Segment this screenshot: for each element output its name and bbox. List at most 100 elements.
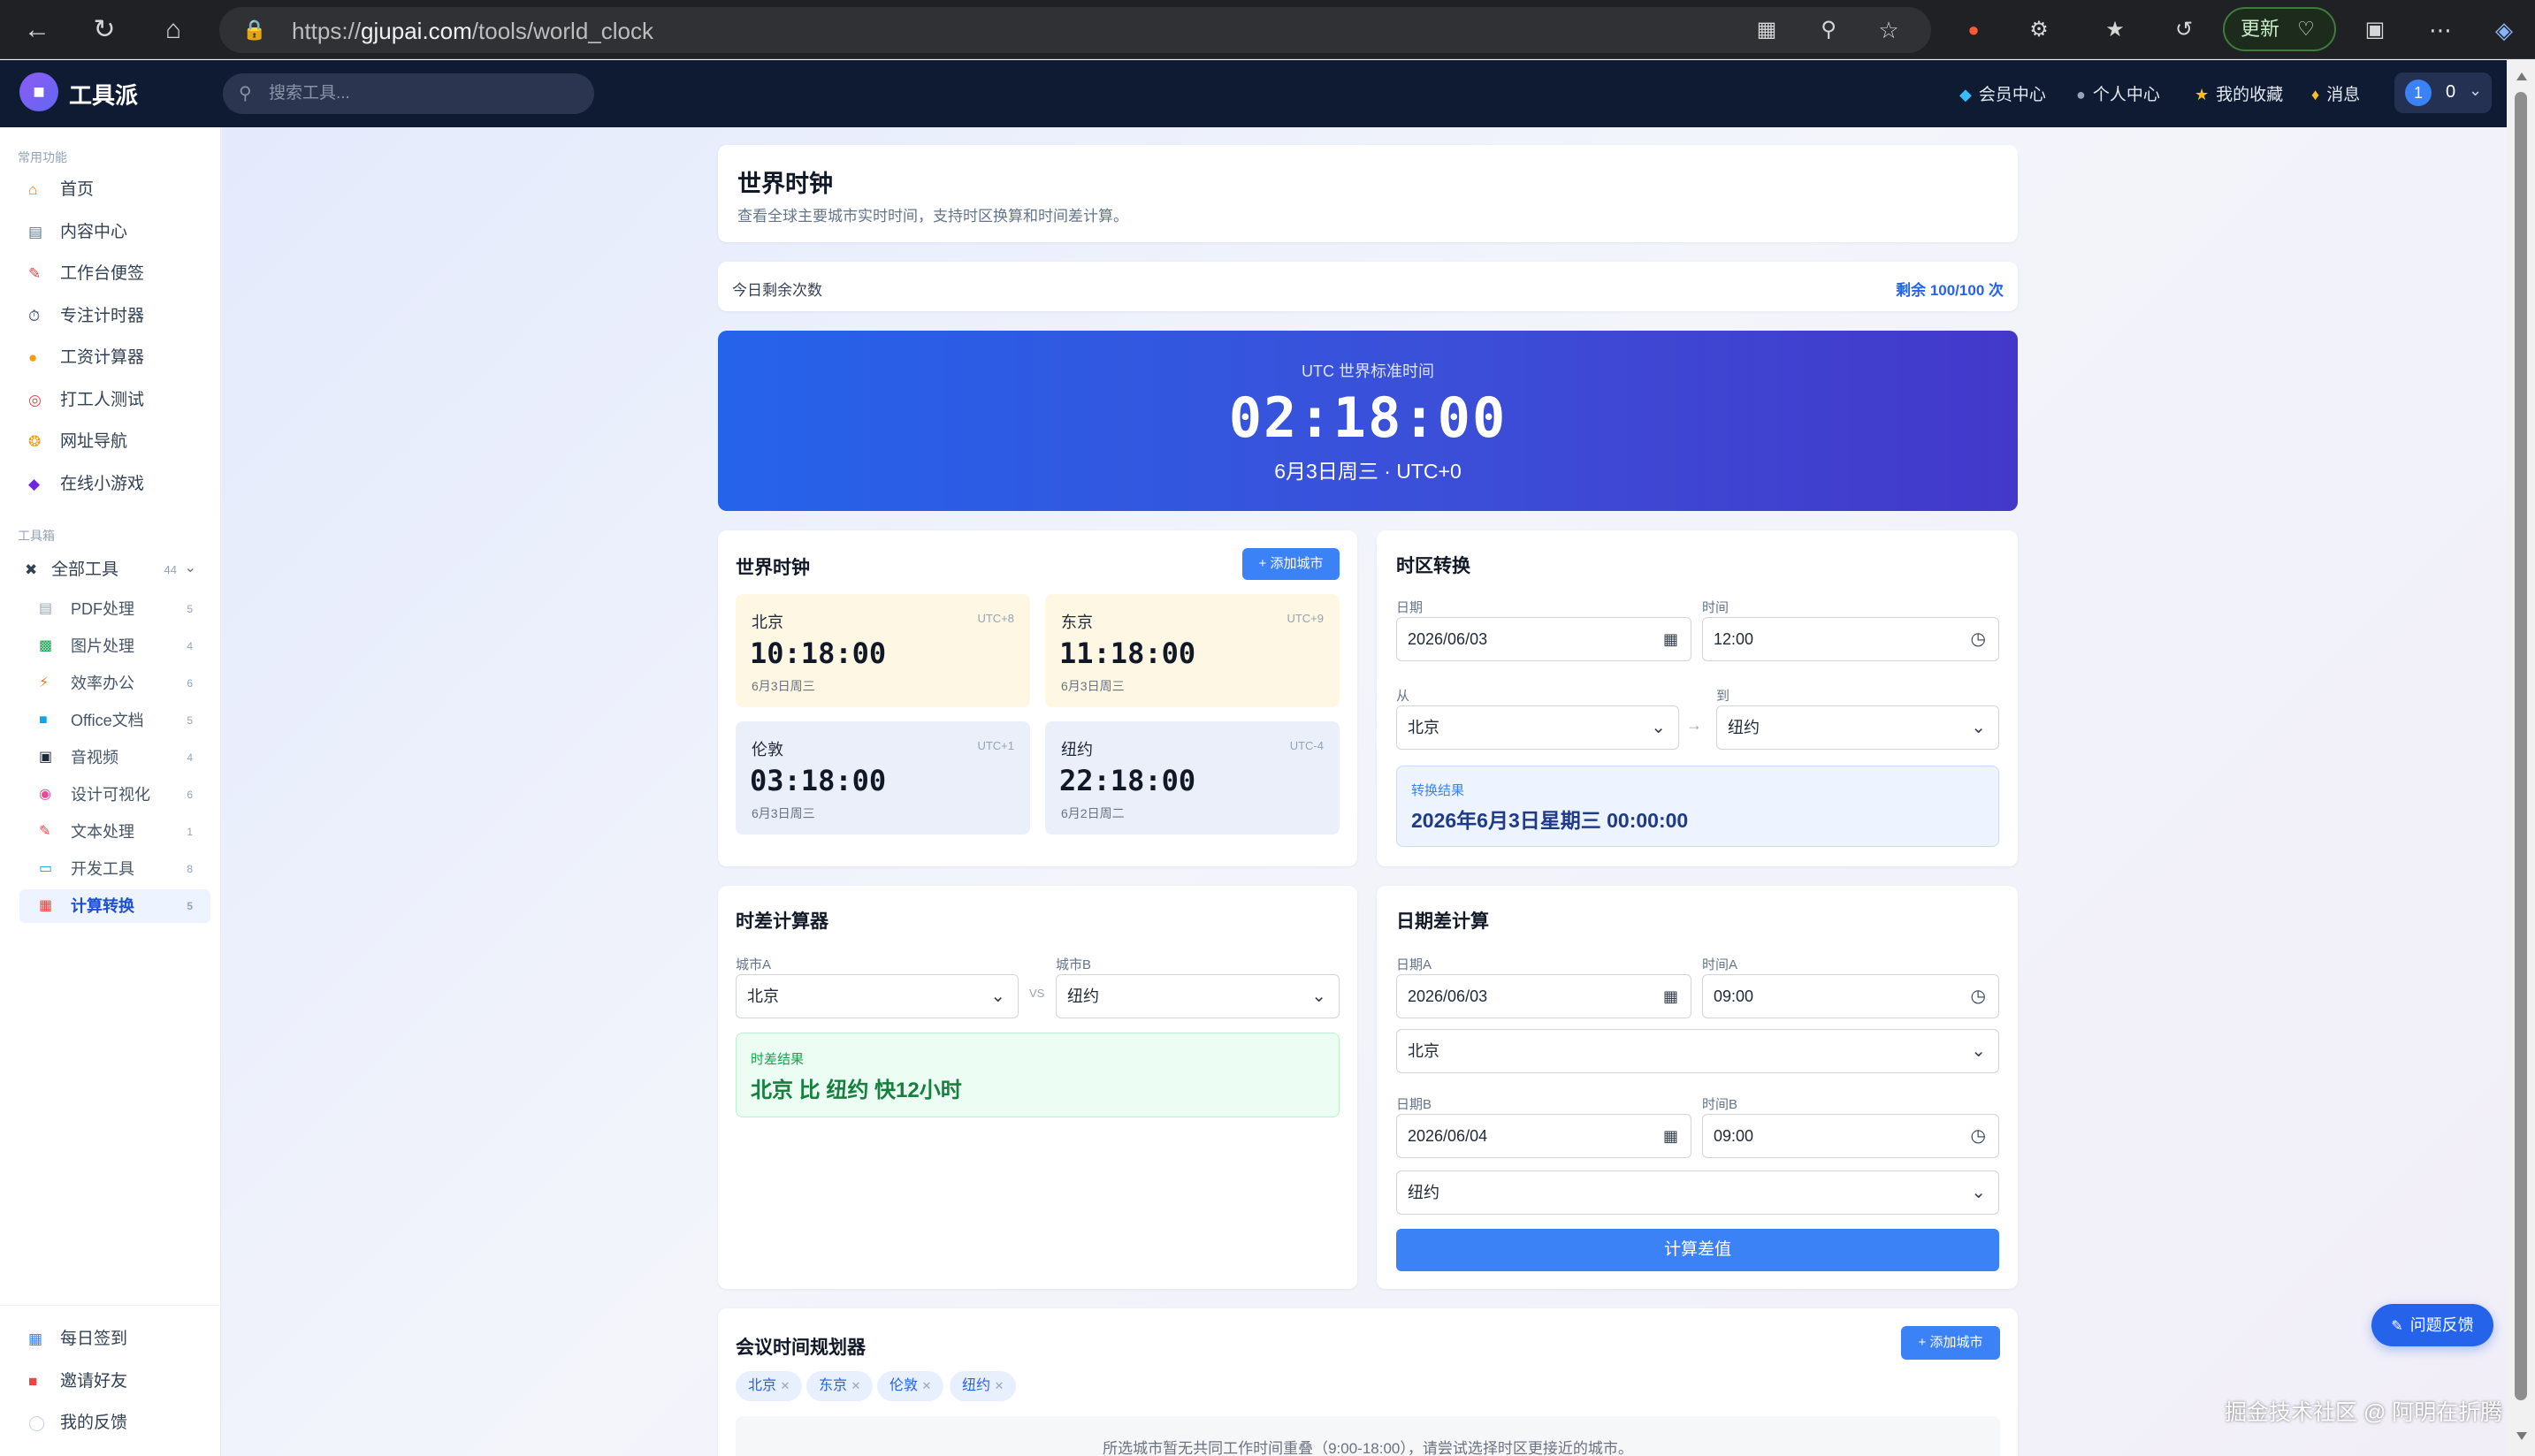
sidebar-item-content[interactable]: ▤ 内容中心 xyxy=(18,216,212,249)
date-a-input[interactable]: 2026/06/03 ▦ xyxy=(1396,974,1691,1018)
city-name: 纽约 xyxy=(1061,741,1093,758)
home-icon[interactable]: ⌂ xyxy=(154,11,193,50)
search-input[interactable]: ⚲ 搜索工具... xyxy=(223,73,594,114)
city-date: 6月3日周三 xyxy=(752,806,815,820)
nav-vip[interactable]: ◆ 会员中心 xyxy=(1959,81,2046,105)
sidebar-item-nav[interactable]: ❂ 网址导航 xyxy=(18,425,212,459)
tz-date-input[interactable]: 2026/06/03 ▦ xyxy=(1396,617,1691,661)
meeting-city-chip[interactable]: 纽约 ✕ xyxy=(950,1371,1017,1401)
more-menu-icon[interactable]: ⋯ xyxy=(2421,11,2460,50)
back-arrow-icon[interactable]: ← xyxy=(18,11,57,50)
sidebar-item-feedback[interactable]: ◯ 我的反馈 xyxy=(18,1406,212,1440)
sidebar-item-worker-test[interactable]: ◎ 打工人测试 xyxy=(18,384,212,417)
meeting-city-chip[interactable]: 伦敦 ✕ xyxy=(877,1371,944,1401)
chevron-down-icon: ⌄ xyxy=(1311,987,1326,1006)
sidebar-item-invite[interactable]: ■ 邀请好友 xyxy=(18,1365,212,1399)
tz-to-select[interactable]: 纽约 ⌄ xyxy=(1716,705,1999,750)
extensions-puzzle-icon[interactable]: ⚙ xyxy=(2020,11,2058,50)
collections-icon[interactable]: ★ xyxy=(2096,11,2134,50)
scrollbar-track[interactable] xyxy=(2507,60,2535,1456)
favorite-star-icon[interactable]: ☆ xyxy=(1869,11,1908,50)
history-icon[interactable]: ↺ xyxy=(2165,11,2203,50)
sidebar-category-media[interactable]: ▣ 音视频 4 xyxy=(19,741,210,774)
sidebar-category-text[interactable]: ✎ 文本处理 1 xyxy=(19,815,210,849)
city-card[interactable]: 北京 UTC+8 10:18:00 6月3日周三 xyxy=(736,594,1030,707)
clock-icon: ◷ xyxy=(1970,629,1986,649)
tz-from-select[interactable]: 北京 ⌄ xyxy=(1396,705,1679,750)
city-a-select[interactable]: 北京 ⌄ xyxy=(1396,1029,1999,1073)
city-timezone: UTC+1 xyxy=(977,739,1014,752)
sidebar-item-salary[interactable]: ● 工资计算器 xyxy=(18,341,212,375)
close-icon[interactable]: ✕ xyxy=(780,1379,790,1392)
city-card[interactable]: 纽约 UTC-4 22:18:00 6月2日周二 xyxy=(1045,721,1340,835)
sidebar-category-design[interactable]: ◉ 设计可视化 6 xyxy=(19,778,210,812)
world-clock-card: 世界时钟 + 添加城市 北京 UTC+8 10:18:00 6月3日周三 东京 … xyxy=(718,530,1357,866)
utc-time: 02:18:00 xyxy=(1228,385,1508,450)
diff-city-b-select[interactable]: 纽约 ⌄ xyxy=(1056,974,1340,1018)
nav-favorites[interactable]: ★ 我的收藏 xyxy=(2195,81,2283,105)
calculate-button[interactable]: 计算差值 xyxy=(1396,1229,1999,1271)
city-name: 伦敦 xyxy=(752,741,783,758)
user-points: 0 xyxy=(2446,82,2456,102)
sidebar-item-home[interactable]: ⌂ 首页 xyxy=(18,173,212,207)
sidebar-item-timer[interactable]: ⏱ 专注计时器 xyxy=(18,300,212,333)
sidebar-category-calc[interactable]: ▦ 计算转换 5 xyxy=(19,889,210,923)
brand-name[interactable]: 工具派 xyxy=(69,78,138,111)
address-bar[interactable]: 🔒 https://gjupai.com/tools/world_clock ▦… xyxy=(219,7,1931,53)
memo-icon: ✎ xyxy=(28,265,42,282)
chevron-down-icon: ⌄ xyxy=(1971,718,1986,737)
city-card[interactable]: 伦敦 UTC+1 03:18:00 6月3日周三 xyxy=(736,721,1030,835)
scroll-up-icon[interactable] xyxy=(2516,72,2527,80)
diff-title: 时差计算器 xyxy=(736,911,828,932)
nav-messages[interactable]: ♦ 消息 xyxy=(2311,81,2360,105)
calendar-icon: ▦ xyxy=(28,1330,43,1347)
tz-time-input[interactable]: 12:00 ◷ xyxy=(1702,617,1999,661)
sidebar-category-pdf[interactable]: ▤ PDF处理 5 xyxy=(19,592,210,626)
sidebar-item-notes[interactable]: ✎ 工作台便签 xyxy=(18,257,212,291)
close-icon[interactable]: ✕ xyxy=(921,1379,931,1392)
city-b-select[interactable]: 纽约 ⌄ xyxy=(1396,1170,1999,1215)
app-grid-icon[interactable]: ▦ xyxy=(1747,11,1786,50)
sidebar-category-dev[interactable]: ▭ 开发工具 8 xyxy=(19,852,210,886)
nav-profile[interactable]: ● 个人中心 xyxy=(2076,81,2160,105)
sidebar-item-all-tools[interactable]: ✖ 全部工具 44 ⌄ xyxy=(18,553,212,587)
update-button[interactable]: 更新 ♡ xyxy=(2223,7,2336,51)
add-city-button[interactable]: + 添加城市 xyxy=(1242,548,1340,580)
meeting-add-city-button[interactable]: + 添加城市 xyxy=(1901,1326,2000,1360)
logo-icon[interactable]: ■ xyxy=(19,72,58,111)
sidebar-item-checkin[interactable]: ▦ 每日签到 xyxy=(18,1323,212,1356)
meeting-city-chip[interactable]: 东京 ✕ xyxy=(806,1371,874,1401)
clock-icon: ◷ xyxy=(1970,1126,1986,1146)
zoom-icon[interactable]: ⚲ xyxy=(1809,11,1848,50)
quota-bar: 今日剩余次数 剩余 100/100 次 xyxy=(718,262,2018,311)
scroll-down-icon[interactable] xyxy=(2516,1432,2527,1440)
sidebar-category-office[interactable]: ⚡ 效率办公 6 xyxy=(19,667,210,700)
feedback-button[interactable]: ✎ 问题反馈 xyxy=(2371,1304,2493,1346)
copilot-icon[interactable]: ◈ xyxy=(2485,11,2524,50)
extension-icon[interactable]: ● xyxy=(1954,11,1993,50)
utc-label: UTC 世界标准时间 xyxy=(1302,362,1434,380)
sidebar-category-image[interactable]: ▩ 图片处理 4 xyxy=(19,629,210,663)
image-icon: ▩ xyxy=(39,638,53,653)
gamepad-icon: ◆ xyxy=(28,476,41,492)
title-card: 世界时钟 查看全球主要城市实时时间，支持时区换算和时间差计算。 xyxy=(718,145,2018,242)
time-a-input[interactable]: 09:00 ◷ xyxy=(1702,974,1999,1018)
time-b-input[interactable]: 09:00 ◷ xyxy=(1702,1114,1999,1158)
sidebar-item-games[interactable]: ◆ 在线小游戏 xyxy=(18,468,212,501)
close-icon[interactable]: ✕ xyxy=(851,1379,860,1392)
meeting-city-chip[interactable]: 北京 ✕ xyxy=(736,1371,803,1401)
sidebar-category-office-docs[interactable]: ■ Office文档 5 xyxy=(19,704,210,737)
city-card[interactable]: 东京 UTC+9 11:18:00 6月3日周三 xyxy=(1045,594,1340,707)
scrollbar-thumb[interactable] xyxy=(2515,92,2527,1400)
screenshot-icon[interactable]: ▣ xyxy=(2356,11,2394,50)
meeting-title: 会议时间规划器 xyxy=(736,1338,866,1358)
close-icon[interactable]: ✕ xyxy=(994,1379,1004,1392)
chevron-down-icon: ⌄ xyxy=(184,560,196,576)
meeting-notice-box: 所选城市暂无共同工作时间重叠（9:00-18:00），请尝试选择时区更接近的城市… xyxy=(736,1416,2000,1456)
reload-icon[interactable]: ↻ xyxy=(85,11,124,50)
date-b-input[interactable]: 2026/06/04 ▦ xyxy=(1396,1114,1691,1158)
diff-city-a-select[interactable]: 北京 ⌄ xyxy=(736,974,1019,1018)
clock-icon: ◷ xyxy=(1970,987,1986,1006)
user-menu[interactable]: 1 0 ⌄ xyxy=(2394,72,2492,113)
blue-book-icon: ■ xyxy=(39,713,48,728)
